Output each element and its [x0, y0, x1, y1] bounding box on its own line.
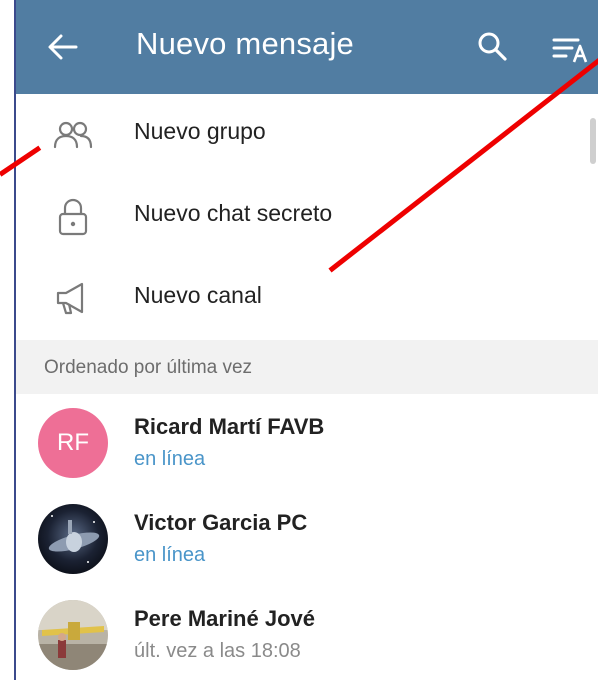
avatar: RF: [38, 408, 108, 478]
avatar-initials: RF: [57, 429, 89, 456]
app-bar: Nuevo mensaje: [16, 0, 598, 94]
lock-icon: [58, 198, 88, 236]
menu-item-new-group[interactable]: Nuevo grupo: [16, 94, 598, 176]
menu-item-label: Nuevo canal: [134, 282, 262, 308]
contact-name: Victor Garcia PC: [134, 510, 308, 535]
contact-name: Pere Mariné Jové: [134, 606, 315, 631]
page-title: Nuevo mensaje: [136, 26, 354, 61]
megaphone-icon: [56, 282, 84, 315]
back-arrow-icon[interactable]: [46, 30, 80, 64]
menu-item-label: Nuevo chat secreto: [134, 200, 333, 226]
phone-screen: Nuevo mensaje Nuevo grupo Nuevo chat sec…: [14, 0, 598, 680]
section-header-text: Ordenado por última vez: [44, 357, 253, 378]
search-icon[interactable]: [476, 30, 508, 62]
contact-row-victor[interactable]: Victor Garcia PC en línea: [16, 490, 598, 584]
menu-item-label: Nuevo grupo: [134, 118, 266, 144]
contact-status: en línea: [134, 448, 206, 470]
avatar-photo-airplane: [38, 600, 108, 670]
group-icon: [53, 121, 93, 149]
contact-row-pere[interactable]: Pere Mariné Jové últ. vez a las 18:08: [16, 586, 598, 680]
contact-row-ricard[interactable]: RF Ricard Martí FAVB en línea: [16, 394, 598, 488]
sort-by-name-icon[interactable]: [552, 34, 592, 64]
menu-item-new-secret-chat[interactable]: Nuevo chat secreto: [16, 176, 598, 258]
section-header: Ordenado por última vez: [16, 340, 598, 394]
menu-item-new-channel[interactable]: Nuevo canal: [16, 258, 598, 340]
contact-status: últ. vez a las 18:08: [134, 640, 301, 662]
contact-name: Ricard Martí FAVB: [134, 414, 325, 439]
avatar-photo-space-station: [38, 504, 108, 574]
avatar: [38, 600, 108, 670]
avatar: [38, 504, 108, 574]
contact-status: en línea: [134, 544, 206, 566]
screenshot-canvas: Nuevo mensaje Nuevo grupo Nuevo chat sec…: [0, 0, 598, 680]
